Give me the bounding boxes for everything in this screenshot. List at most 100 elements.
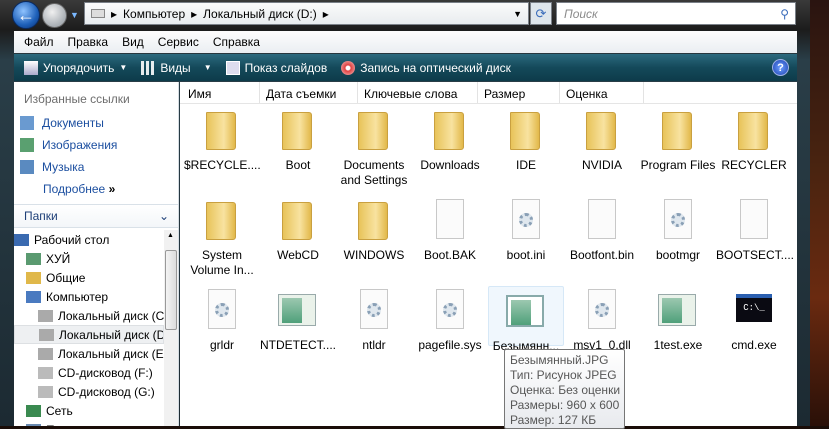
tooltip-filename: Безымянный.JPG [510, 353, 609, 367]
file-name: ntldr [362, 338, 386, 352]
folders-title: Папки [24, 209, 58, 223]
tooltip-dimensions: Размеры: 960 x 600 [510, 398, 620, 412]
file-name: Downloads [420, 158, 480, 172]
file-item[interactable]: Documents and Settings [336, 106, 412, 188]
tree-scrollbar[interactable]: ▲ [164, 230, 178, 426]
tree-item[interactable]: ХУЙ [14, 249, 164, 268]
menu-tools[interactable]: Сервис [158, 35, 199, 49]
column-name[interactable]: Имя [180, 82, 260, 103]
file-name: IDE [515, 158, 536, 172]
tree-item-label: Общие [46, 270, 86, 285]
favorite-music[interactable]: Музыка [14, 156, 178, 178]
file-name: NVIDIA [581, 158, 622, 172]
file-item[interactable]: NTDETECT.... [260, 286, 336, 353]
file-item[interactable]: NVIDIA [564, 106, 640, 173]
file-item[interactable]: RECYCLER [716, 106, 792, 173]
file-tooltip: Безымянный.JPG Тип: Рисунок JPEG Оценка:… [504, 349, 625, 429]
tree-item[interactable]: Панель управления [14, 420, 164, 426]
menu-file[interactable]: Файл [24, 35, 54, 49]
path-separator-icon[interactable]: ▸ [111, 7, 117, 21]
tree-item-label: Панель управления [46, 423, 156, 427]
file-name: grldr [209, 338, 234, 352]
file-item[interactable]: Downloads [412, 106, 488, 173]
column-tags[interactable]: Ключевые слова [358, 82, 478, 103]
tree-item-label: Сеть [46, 403, 73, 418]
path-separator-icon[interactable]: ▸ [191, 7, 197, 21]
back-button[interactable]: ← [12, 1, 40, 29]
tree-item[interactable]: CD-дисковод (F:) [14, 363, 164, 382]
search-input[interactable]: Поиск ⚲ [556, 2, 796, 25]
burn-button[interactable]: Запись на оптический диск [337, 59, 515, 77]
more-link[interactable]: Подробнее » [14, 178, 178, 200]
file-item[interactable]: pagefile.sys [412, 286, 488, 353]
views-button[interactable]: Виды ▼ [137, 59, 215, 77]
file-item[interactable]: ntldr [336, 286, 412, 353]
chevron-down-icon: ▼ [119, 63, 128, 72]
folder-icon [350, 196, 398, 244]
file-item[interactable]: BOOTSECT.... [716, 196, 794, 263]
folder-icon [26, 271, 41, 284]
folder-icon [274, 106, 322, 154]
file-item[interactable]: $RECYCLE.... [184, 106, 261, 173]
file-item[interactable]: IDE [488, 106, 564, 173]
help-icon[interactable]: ? [772, 59, 789, 76]
column-rating[interactable]: Оценка [560, 82, 644, 103]
file-item[interactable]: boot.ini [488, 196, 564, 263]
chevron-down-icon: ⌄ [158, 209, 169, 223]
file-item[interactable]: WebCD [260, 196, 336, 263]
scroll-up-icon[interactable]: ▲ [167, 232, 174, 239]
burn-disc-icon [341, 60, 356, 75]
file-item[interactable]: Program Files [640, 106, 716, 173]
menu-view[interactable]: Вид [122, 35, 144, 49]
file-name: $RECYCLE.... [184, 158, 261, 172]
favorite-label: Документы [42, 116, 104, 130]
file-item[interactable]: System Volume In... [184, 196, 260, 278]
favorite-pictures[interactable]: Изображения [14, 134, 178, 156]
tree-item[interactable]: Локальный диск (E:) [14, 344, 164, 363]
search-placeholder: Поиск [564, 6, 598, 21]
drive-icon [39, 328, 54, 341]
file-item[interactable]: C:\_ cmd.exe [716, 286, 792, 353]
column-size[interactable]: Размер [478, 82, 560, 103]
file-icon [426, 286, 474, 334]
file-icon [426, 196, 474, 244]
breadcrumb-computer[interactable]: Компьютер [123, 7, 185, 21]
file-item[interactable]: Bootfont.bin [564, 196, 640, 263]
breadcrumb-drive-d[interactable]: Локальный диск (D:) [203, 7, 317, 21]
file-item[interactable]: Безымянн... [488, 286, 564, 353]
tooltip-rating: Оценка: Без оценки [510, 383, 621, 397]
drive-icon [38, 309, 53, 322]
refresh-button[interactable]: ⟳ [530, 2, 552, 25]
folders-header[interactable]: Папки ⌄ [14, 204, 178, 228]
file-name: WINDOWS [343, 248, 405, 262]
favorite-documents[interactable]: Документы [14, 112, 178, 134]
tree-item[interactable]: Локальный диск (D:) [14, 325, 164, 344]
path-separator-icon[interactable]: ▸ [323, 7, 329, 21]
tree-item-label: Локальный диск (C:) [58, 308, 164, 323]
menu-help[interactable]: Справка [213, 35, 260, 49]
organize-button[interactable]: Упорядочить ▼ [20, 59, 131, 77]
address-dropdown-icon[interactable]: ▼ [513, 9, 522, 19]
history-dropdown-icon[interactable]: ▼ [70, 10, 79, 20]
file-item[interactable]: Boot.BAK [412, 196, 488, 263]
file-item[interactable]: WINDOWS [336, 196, 412, 263]
column-date-taken[interactable]: Дата съемки [260, 82, 358, 103]
address-bar[interactable]: ▸ Компьютер ▸ Локальный диск (D:) ▸ ▼ [84, 2, 529, 25]
tree-item[interactable]: Компьютер [14, 287, 164, 306]
folder-icon [578, 106, 626, 154]
tree-item[interactable]: Рабочий стол [14, 230, 164, 249]
file-item[interactable]: 1test.exe [640, 286, 716, 353]
file-item[interactable]: bootmgr [640, 196, 716, 263]
file-item[interactable]: Boot [260, 106, 336, 173]
tree-item[interactable]: CD-дисковод (G:) [14, 382, 164, 401]
file-item[interactable]: msv1_0.dll [564, 286, 640, 353]
file-item[interactable]: grldr [184, 286, 260, 353]
forward-button[interactable] [42, 3, 67, 28]
menu-edit[interactable]: Правка [68, 35, 109, 49]
tree-item[interactable]: Сеть [14, 401, 164, 420]
slideshow-button[interactable]: Показ слайдов [222, 59, 332, 77]
scrollbar-thumb[interactable] [165, 250, 177, 330]
tree-item[interactable]: Локальный диск (C:) [14, 306, 164, 325]
search-icon[interactable]: ⚲ [780, 7, 789, 21]
tree-item[interactable]: Общие [14, 268, 164, 287]
